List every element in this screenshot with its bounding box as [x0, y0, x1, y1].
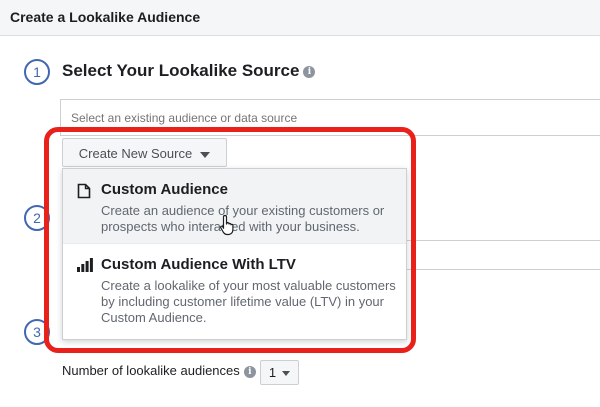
lookalike-source-title: Select Your Lookalike Source i	[62, 61, 316, 81]
caret-down-icon	[200, 151, 211, 158]
create-new-source-label: Create New Source	[78, 146, 193, 161]
lookalike-count-label-text: Number of lookalike audiences	[62, 363, 240, 378]
menu-item-description: Create a lookalike of your most valuable…	[101, 278, 396, 325]
source-search-input[interactable]	[60, 99, 600, 136]
background-field	[404, 240, 600, 270]
step-3-indicator: 3	[24, 319, 50, 345]
info-icon[interactable]: i	[243, 365, 256, 378]
step-2-indicator: 2	[24, 205, 50, 231]
dialog-header: Create a Lookalike Audience	[0, 0, 600, 36]
lookalike-source-title-text: Select Your Lookalike Source	[62, 61, 300, 80]
caret-down-icon	[282, 371, 291, 377]
step-1-indicator: 1	[24, 59, 50, 85]
menu-item-custom-audience-ltv[interactable]: Custom Audience With LTV Create a lookal…	[63, 244, 406, 340]
info-icon[interactable]: i	[303, 65, 316, 78]
create-source-menu: Custom Audience Create an audience of yo…	[62, 168, 407, 340]
hand-cursor-icon	[220, 214, 234, 236]
lookalike-count-select[interactable]: 1	[260, 360, 299, 385]
dialog-title: Create a Lookalike Audience	[10, 9, 201, 25]
lookalike-count-label: Number of lookalike audiences i	[62, 363, 256, 378]
lookalike-count-value: 1	[268, 365, 277, 380]
menu-item-title: Custom Audience	[101, 181, 228, 198]
bar-chart-icon	[77, 258, 93, 272]
menu-item-title: Custom Audience With LTV	[101, 256, 296, 273]
create-new-source-button[interactable]: Create New Source	[62, 138, 227, 167]
document-icon	[77, 183, 91, 199]
menu-item-description: Create an audience of your existing cust…	[101, 203, 385, 234]
